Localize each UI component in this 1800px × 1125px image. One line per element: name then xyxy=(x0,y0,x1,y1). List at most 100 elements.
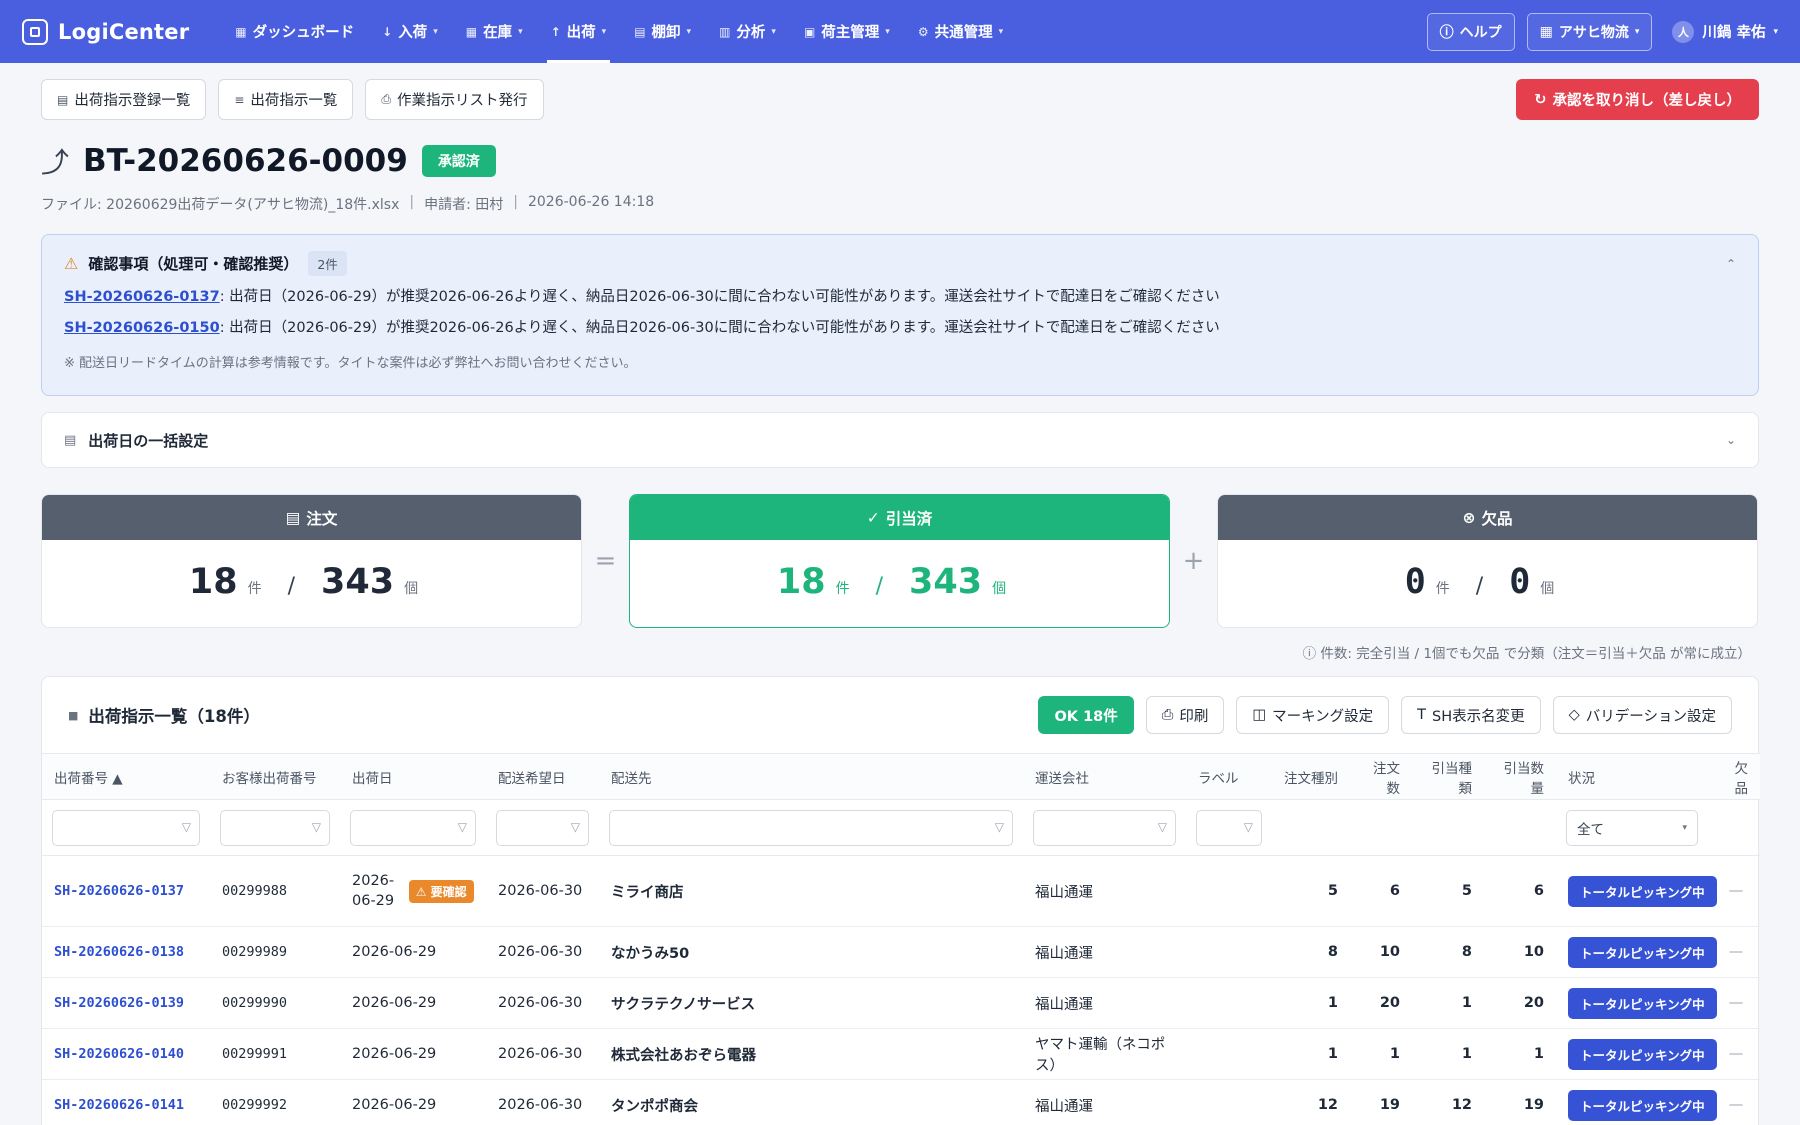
status-filter-select[interactable]: 全て ▾ xyxy=(1566,809,1698,846)
action-bar: ▤ 出荷指示登録一覧 ≡ 出荷指示一覧 ⎙ 作業指示リスト発行 ↻ 承認を取り消… xyxy=(41,79,1759,120)
col-carrier[interactable]: 運送会社 xyxy=(1023,753,1186,800)
ship-date: 2026-06-29 xyxy=(352,871,394,911)
chevron-down-icon: ▾ xyxy=(518,26,523,37)
order-qty: 343 xyxy=(321,562,395,602)
nav-label: 入荷 xyxy=(398,25,428,41)
ship-date-filter[interactable]: ▽ xyxy=(350,809,476,846)
table-row[interactable]: SH-20260626-0141 00299992 2026-06-29 202… xyxy=(42,1079,1760,1125)
chevron-down-icon: ▾ xyxy=(433,26,438,37)
marking-settings-button[interactable]: ◫ マーキング設定 xyxy=(1236,696,1390,734)
status-badge[interactable]: トータルピッキング中 xyxy=(1568,1089,1717,1121)
revoke-approval-button[interactable]: ↻ 承認を取り消し（差し戻し） xyxy=(1516,79,1759,120)
shipment-link[interactable]: SH-20260626-0137 xyxy=(42,855,210,927)
col-alloc-type[interactable]: 引当種類 xyxy=(1412,753,1484,800)
nav-analysis[interactable]: ▥ 分析 ▾ xyxy=(705,0,790,63)
chevron-down-icon: ▾ xyxy=(601,26,607,37)
shortage-qty: 0 xyxy=(1509,562,1531,602)
due-date-filter[interactable]: ▽ xyxy=(496,809,589,846)
ship-date: 2026-06-29 xyxy=(340,926,486,978)
order-qty: 1 xyxy=(1350,1028,1412,1080)
status-badge[interactable]: トータルピッキング中 xyxy=(1568,875,1717,907)
qty-unit: 個 xyxy=(992,581,1007,597)
col-customer-no[interactable]: お客様出荷番号 xyxy=(210,753,340,800)
nav-outbound[interactable]: ↑ 出荷 ▾ xyxy=(537,0,621,63)
filter-icon: ▽ xyxy=(181,819,191,834)
col-due-date[interactable]: 配送希望日 xyxy=(486,753,599,800)
shipment-link[interactable]: SH-20260626-0138 xyxy=(42,926,210,978)
notice-footnote: ※ 配送日リードタイムの計算は参考情報です。タイトな案件は必ず弊社へお問い合わせ… xyxy=(64,356,637,371)
card-label: 引当済 xyxy=(885,509,933,528)
shortage: — xyxy=(1712,926,1760,978)
print-button[interactable]: ⎙ 印刷 xyxy=(1145,696,1225,734)
user-menu[interactable]: 人 川鍋 幸佑 ▾ xyxy=(1664,20,1778,43)
notice-text: : 出荷日（2026-06-29）が推奨2026-06-26より遅く、納品日20… xyxy=(219,320,1220,336)
nav-shipper[interactable]: ▣ 荷主管理 ▾ xyxy=(790,0,904,63)
order-qty: 19 xyxy=(1350,1079,1412,1125)
col-alloc-qty[interactable]: 引当数量 xyxy=(1484,753,1556,800)
customer-no-filter[interactable]: ▽ xyxy=(220,809,330,846)
due-date: 2026-06-30 xyxy=(486,855,599,927)
nav-stocktake[interactable]: ▤ 棚卸 ▾ xyxy=(620,0,705,63)
chevron-up-icon[interactable]: ⌃ xyxy=(1726,257,1736,271)
table-header-row: 出荷番号 ▲ お客様出荷番号 出荷日 配送希望日 配送先 運送会社 ラベル 注文… xyxy=(42,753,1760,800)
ship-date-cell: 2026- 06-29 ⚠ 要確認 xyxy=(340,855,486,927)
nav-label: 出荷 xyxy=(566,25,596,41)
col-ship-date[interactable]: 出荷日 xyxy=(340,753,486,800)
qty-unit: 個 xyxy=(1540,581,1555,597)
validation-settings-button[interactable]: ◇ バリデーション設定 xyxy=(1552,696,1732,734)
ok-filter-button[interactable]: OK 18件 xyxy=(1038,696,1134,734)
page-header: ⤴ BT-20260626-0009 承認済 xyxy=(41,140,1759,182)
destination: 株式会社あおぞら電器 xyxy=(599,1028,1023,1080)
instruction-list-button[interactable]: ≡ 出荷指示一覧 xyxy=(218,79,354,120)
status-cell: トータルピッキング中 xyxy=(1556,855,1717,927)
shipment-link[interactable]: SH-20260626-0139 xyxy=(42,977,210,1029)
shipment-link[interactable]: SH-20260626-0141 xyxy=(42,1079,210,1125)
confirmation-notice: ⚠ 確認事項（処理可・確認推奨） 2件 ⌃ SH-20260626-0137: … xyxy=(41,234,1759,396)
register-list-button[interactable]: ▤ 出荷指示登録一覧 xyxy=(41,79,207,120)
help-label: ヘルプ xyxy=(1459,24,1502,41)
table-row[interactable]: SH-20260626-0138 00299989 2026-06-29 202… xyxy=(42,926,1760,978)
nav-common[interactable]: ⚙ 共通管理 ▾ xyxy=(904,0,1017,63)
nav-inventory[interactable]: ▦ 在庫 ▾ xyxy=(452,0,537,63)
rename-sh-button[interactable]: T SH表示名変更 xyxy=(1401,696,1541,734)
issue-worklist-button[interactable]: ⎙ 作業指示リスト発行 xyxy=(365,79,544,120)
nav-inbound[interactable]: ↓ 入荷 ▾ xyxy=(368,0,452,63)
status-badge[interactable]: トータルピッキング中 xyxy=(1568,936,1717,968)
filter-icon: ▽ xyxy=(1157,819,1167,834)
col-shortage[interactable]: 欠品 xyxy=(1712,753,1760,800)
shortage: — xyxy=(1712,855,1760,927)
shipment-no-filter[interactable]: ▽ xyxy=(52,809,200,846)
shortage-count: 0 xyxy=(1404,562,1426,602)
col-order-qty[interactable]: 注文数 xyxy=(1350,753,1412,800)
help-button[interactable]: ⓘ ヘルプ xyxy=(1426,12,1515,51)
status-badge[interactable]: トータルピッキング中 xyxy=(1568,987,1717,1019)
col-destination[interactable]: 配送先 xyxy=(599,753,1023,800)
nav-dashboard[interactable]: ▦ ダッシュボード xyxy=(221,0,368,63)
diamond-icon: ◇ xyxy=(1568,707,1580,723)
brand[interactable]: LogiCenter xyxy=(22,18,189,45)
list-icon: ≡ xyxy=(234,92,245,107)
bulk-ship-date-panel[interactable]: ▤ 出荷日の一括設定 ⌄ xyxy=(41,412,1759,468)
col-shipment-no[interactable]: 出荷番号 ▲ xyxy=(42,753,210,800)
client-selector[interactable]: ▦ アサヒ物流 ▾ xyxy=(1526,12,1653,51)
order-type-count: 5 xyxy=(1272,855,1350,927)
destination-filter[interactable]: ▽ xyxy=(609,809,1013,846)
col-status[interactable]: 状況 xyxy=(1556,753,1712,800)
table-row[interactable]: SH-20260626-0137 00299988 2026- 06-29 ⚠ 要… xyxy=(42,855,1760,927)
carrier-filter[interactable]: ▽ xyxy=(1033,809,1176,846)
status-badge[interactable]: トータルピッキング中 xyxy=(1568,1038,1717,1070)
shipment-link[interactable]: SH-20260626-0140 xyxy=(42,1028,210,1080)
shipment-link[interactable]: SH-20260626-0137 xyxy=(64,289,220,305)
col-order-type[interactable]: 注文種別 xyxy=(1272,753,1350,800)
button-label: バリデーション設定 xyxy=(1585,708,1716,725)
col-label[interactable]: ラベル xyxy=(1186,753,1272,800)
status-cell: トータルピッキング中 xyxy=(1556,1028,1717,1080)
label-filter[interactable]: ▽ xyxy=(1196,809,1262,846)
customer-no: 00299992 xyxy=(210,1079,340,1125)
shipment-link[interactable]: SH-20260626-0150 xyxy=(64,320,220,336)
ship-date: 2026-06-29 xyxy=(340,977,486,1029)
table-row[interactable]: SH-20260626-0139 00299990 2026-06-29 202… xyxy=(42,977,1760,1029)
status-cell: トータルピッキング中 xyxy=(1556,926,1717,978)
table-row[interactable]: SH-20260626-0140 00299991 2026-06-29 202… xyxy=(42,1028,1760,1080)
created-datetime: 2026-06-26 14:18 xyxy=(527,194,655,210)
